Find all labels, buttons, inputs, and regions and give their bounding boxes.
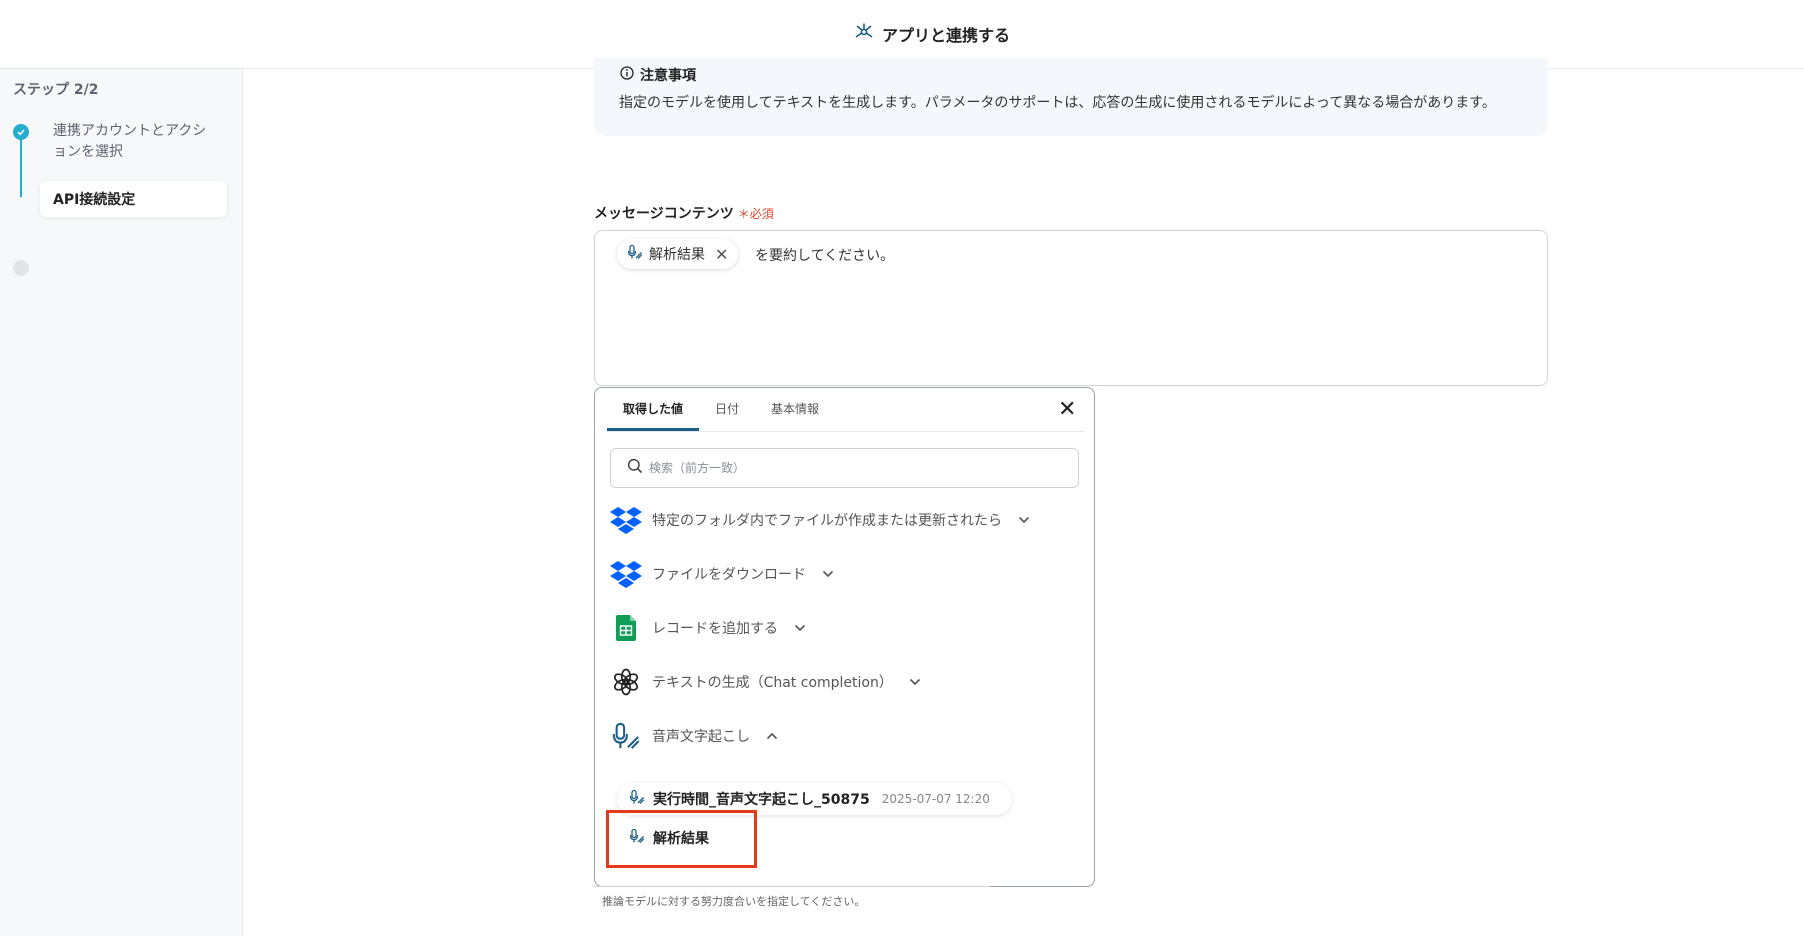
openai-icon [610,666,642,698]
transcription-icon [627,244,643,264]
notice-heading: 注意事項 [620,65,696,85]
source-item-add-record[interactable]: レコードを追加する [610,612,806,644]
chip-label: 解析結果 [649,247,705,263]
popup-tabs: 取得した値 日付 基本情報 [607,388,835,431]
info-icon [620,66,634,84]
check-icon [13,124,29,140]
chevron-down-icon [909,675,921,689]
transcription-icon [610,720,642,752]
source-label: 特定のフォルダ内でファイルが作成または更新されたら [652,513,1002,529]
page-title: アプリと連携する [881,26,1010,45]
step-connector [20,135,22,197]
source-label: ファイルをダウンロード [652,567,806,583]
value-item-timestamp: 2025-07-07 12:20 [881,792,990,806]
hub-icon [854,22,874,46]
message-content-input[interactable]: 解析結果 ✕ を要約してください。 [594,230,1548,386]
tab-acquired-values[interactable]: 取得した値 [607,388,700,431]
chevron-down-icon [794,621,806,635]
message-label-text: メッセージコンテンツ [594,206,734,222]
chevron-up-icon [766,729,778,743]
message-field-label: メッセージコンテンツ ＊必須 [594,203,774,223]
search-icon [627,458,643,478]
step-counter: ステップ 2/2 [13,82,99,98]
source-item-chat-completion[interactable]: テキストの生成（Chat completion） [610,666,921,698]
close-icon[interactable]: ✕ [1058,399,1076,421]
required-badge: ＊必須 [737,207,774,221]
sidebar-step-select-action[interactable]: 連携アカウントとアクションを選択 [53,121,213,163]
google-sheets-icon [610,612,642,644]
value-picker-popup: 取得した値 日付 基本情報 ✕ 特定のフォルダ内でファイルが作成または更新された… [594,387,1095,887]
value-item-label: 実行時間_音声文字起こし_50875 [653,792,870,808]
transcription-icon [629,789,645,809]
step-dot-icon [13,260,29,276]
source-label: 音声文字起こし [652,729,750,745]
dropbox-icon [610,504,642,536]
source-label: テキストの生成（Chat completion） [652,675,893,691]
field-underline [594,886,990,887]
sidebar: ステップ 2/2 連携アカウントとアクションを選択 API接続設定 [0,69,243,936]
notice-box: 注意事項 指定のモデルを使用してテキストを生成します。パラメータのサポートは、応… [594,58,1548,136]
source-item-transcription[interactable]: 音声文字起こし [610,720,778,752]
notice-text: 指定のモデルを使用してテキストを生成します。パラメータのサポートは、応答の生成に… [619,95,1496,111]
sidebar-step-api-settings[interactable]: API接続設定 [40,181,227,217]
chevron-down-icon [1018,513,1030,527]
close-icon[interactable]: ✕ [715,245,728,264]
tab-basic-info[interactable]: 基本情報 [755,388,835,431]
highlight-box [606,810,757,868]
source-label: レコードを追加する [652,621,778,637]
source-item-download[interactable]: ファイルをダウンロード [610,558,834,590]
notice-title: 注意事項 [640,68,696,84]
header-title-group: アプリと連携する [854,22,1010,46]
tab-divider [607,431,1084,432]
search-input[interactable] [649,461,1049,475]
chevron-down-icon [822,567,834,581]
tab-date[interactable]: 日付 [699,388,755,431]
reasoning-effort-hint: 推論モデルに対する努力度合いを指定してください。 [602,895,866,908]
search-field[interactable] [610,448,1079,488]
variable-chip[interactable]: 解析結果 ✕ [617,239,739,269]
dropbox-icon [610,558,642,590]
source-item-folder-trigger[interactable]: 特定のフォルダ内でファイルが作成または更新されたら [610,504,1030,536]
message-suffix-text: を要約してください。 [755,248,895,264]
